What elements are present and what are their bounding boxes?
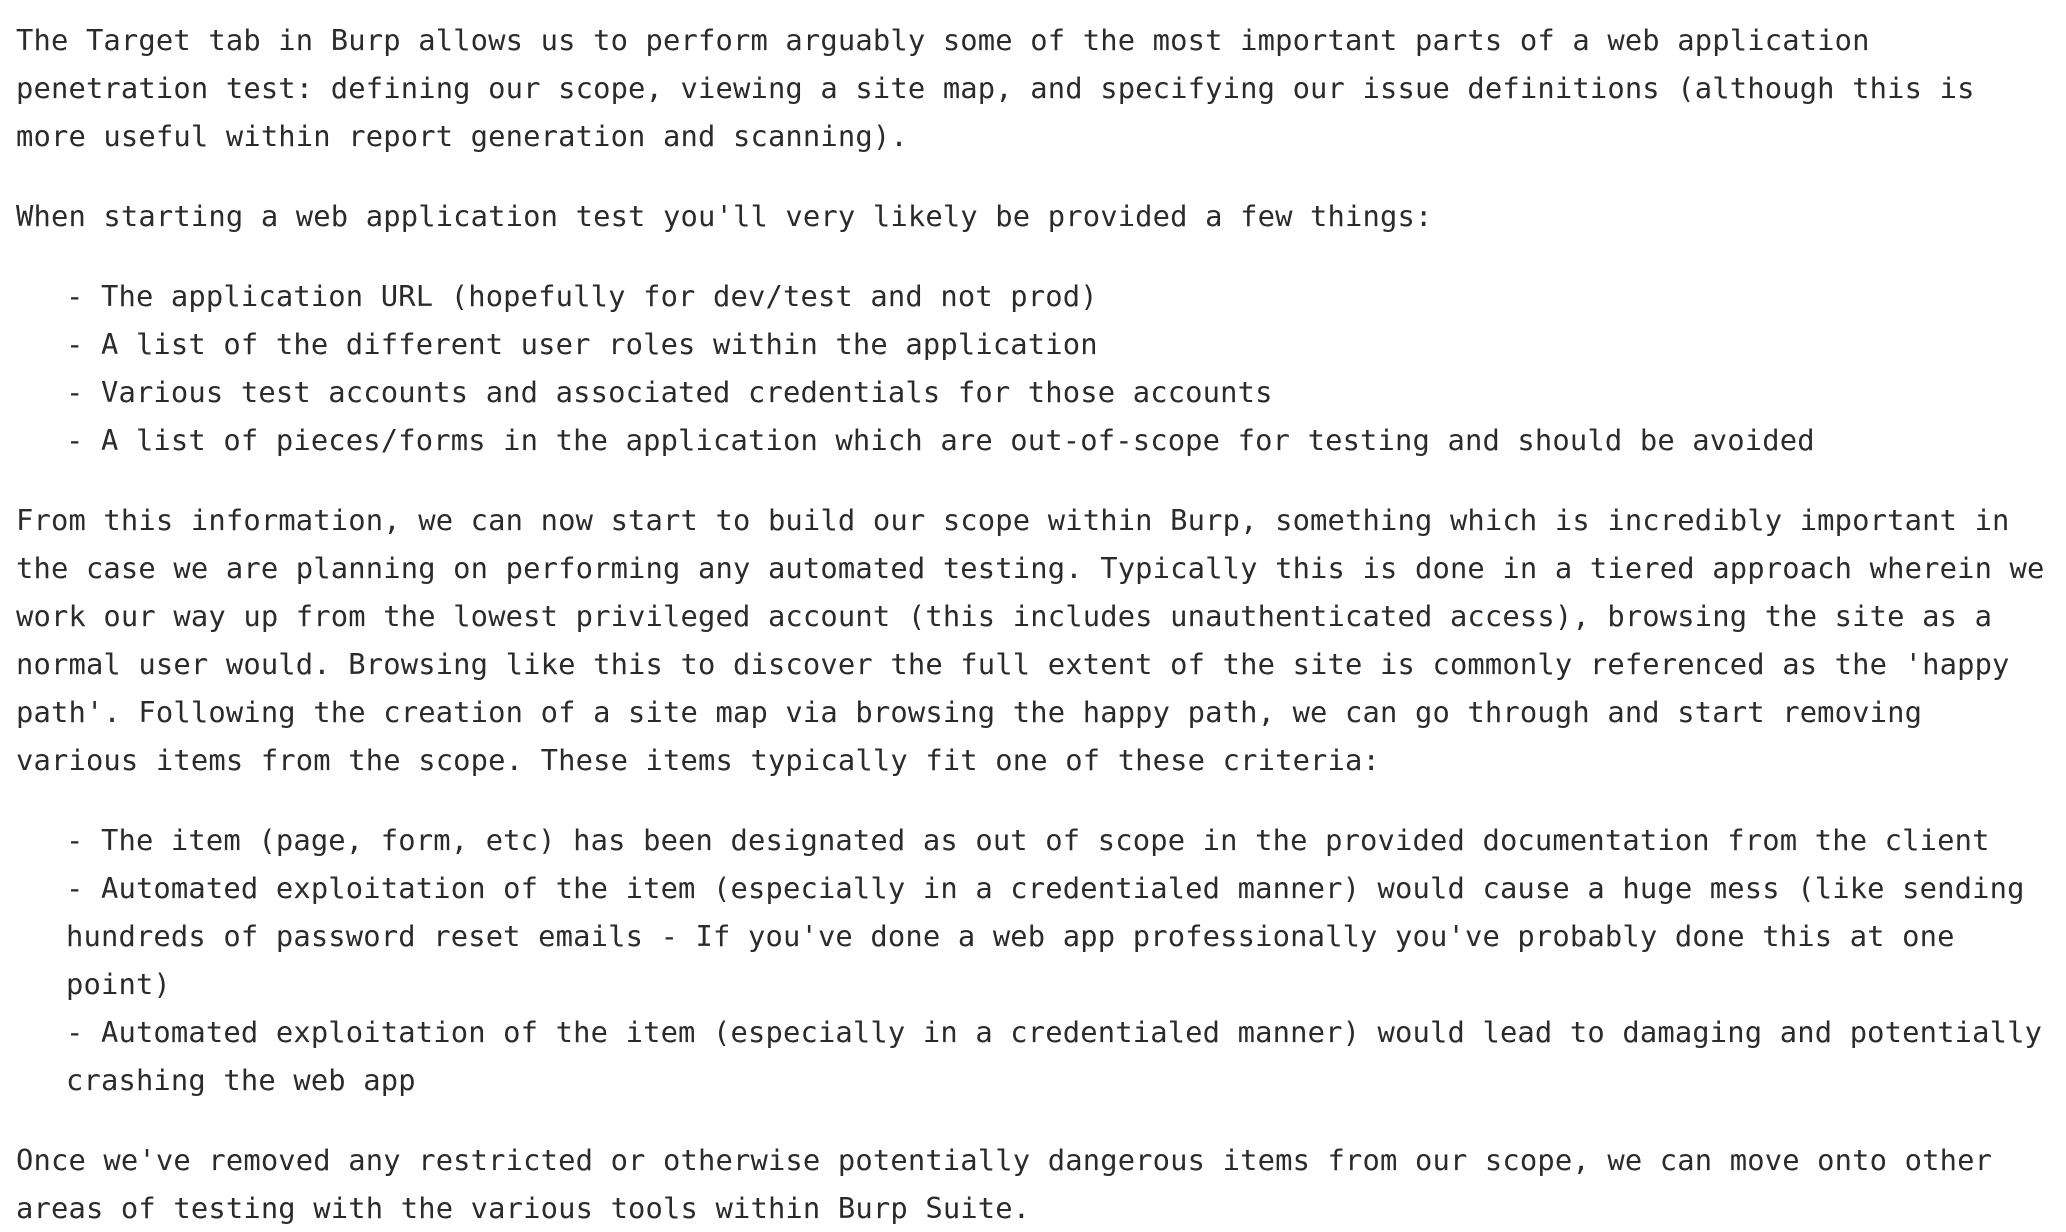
list-item: - Automated exploitation of the item (es… <box>66 1015 2043 1097</box>
provided-items-list: - The application URL (hopefully for dev… <box>16 272 2056 464</box>
provided-items-intro: When starting a web application test you… <box>16 199 1433 233</box>
list-item: - Various test accounts and associated c… <box>66 375 1273 409</box>
list-item: - The item (page, form, etc) has been de… <box>66 823 1990 857</box>
intro-paragraph: The Target tab in Burp allows us to perf… <box>16 23 1975 153</box>
document-body: The Target tab in Burp allows us to perf… <box>16 16 2056 1232</box>
scope-building-paragraph: From this information, we can now start … <box>16 503 2045 777</box>
criteria-list: - The item (page, form, etc) has been de… <box>16 816 2056 1104</box>
list-item: - Automated exploitation of the item (es… <box>66 871 2025 1001</box>
list-item: - The application URL (hopefully for dev… <box>66 279 1098 313</box>
list-item: - A list of the different user roles wit… <box>66 327 1098 361</box>
closing-paragraph: Once we've removed any restricted or oth… <box>16 1143 1993 1225</box>
list-item: - A list of pieces/forms in the applicat… <box>66 423 1815 457</box>
